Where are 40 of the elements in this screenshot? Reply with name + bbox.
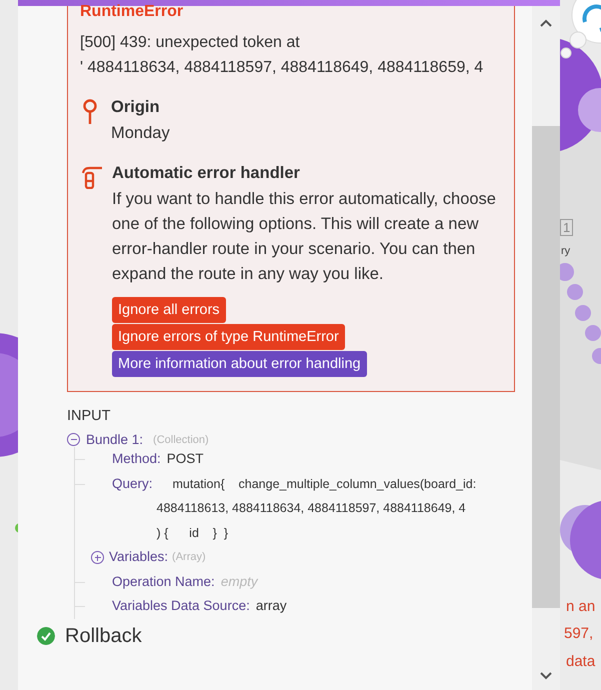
section-text: Monday <box>111 123 171 144</box>
error-message: ' 4884118634, 4884118597, 4884118649, 4884118659, 4 <box>80 58 484 78</box>
tree-label: Operation Name: <box>112 572 215 591</box>
action-button[interactable]: More information about error handling <box>112 351 367 377</box>
section-title: Origin <box>111 97 161 118</box>
tree-value: 4884118613, 4884118634, 4884118597, 4884118649, 4 <box>156 500 467 517</box>
check-icon <box>37 627 55 645</box>
tree-label: Method: <box>112 450 161 468</box>
tree-label: Variables: <box>109 548 168 566</box>
section-heading: INPUT <box>67 408 112 424</box>
section-title: Automatic error handler <box>112 163 301 184</box>
canvas-label: 1 <box>560 219 574 236</box>
scroll-down-icon[interactable] <box>539 671 553 681</box>
type-label: (Collection) <box>153 434 209 446</box>
error-message: [500] 439: unexpected token at <box>80 33 301 53</box>
tree-value: array <box>256 597 287 615</box>
fire-extinguisher-icon <box>82 165 104 189</box>
scrollbar[interactable] <box>532 6 560 690</box>
pin-icon <box>82 99 98 125</box>
type-label: (Array) <box>172 550 206 565</box>
error-type: RuntimeError <box>79 6 184 18</box>
canvas-label: 597, <box>564 625 594 642</box>
tree-label: Query: <box>112 474 153 493</box>
canvas-label: n an <box>566 598 596 615</box>
action-button[interactable]: Ignore errors of type RuntimeError <box>112 324 345 350</box>
canvas-label: ry <box>561 245 570 257</box>
collapse-icon[interactable] <box>67 433 80 446</box>
tree-label: Bundle 1: <box>86 432 144 447</box>
canvas-label: data <box>566 653 596 670</box>
section-text: If you want to handle this error automatically, choose one of the following options. This will create a new error-handler route in your scenario. You can then expand the route in any way you like. <box>112 189 497 285</box>
log-item-title[interactable]: Rollback <box>65 624 142 648</box>
scroll-thumb[interactable] <box>532 126 560 608</box>
tree-value: POST <box>166 450 204 468</box>
action-button[interactable]: Ignore all errors <box>112 297 226 323</box>
expand-icon[interactable] <box>91 551 104 564</box>
tree-label: Variables Data Source: <box>112 597 250 615</box>
tree-value: ) { id } } <box>156 524 230 542</box>
tree-value: mutation{ change_multiple_column_values(board_id: <box>172 476 476 493</box>
scroll-up-icon[interactable] <box>539 18 553 28</box>
tree-value: empty <box>220 572 258 591</box>
